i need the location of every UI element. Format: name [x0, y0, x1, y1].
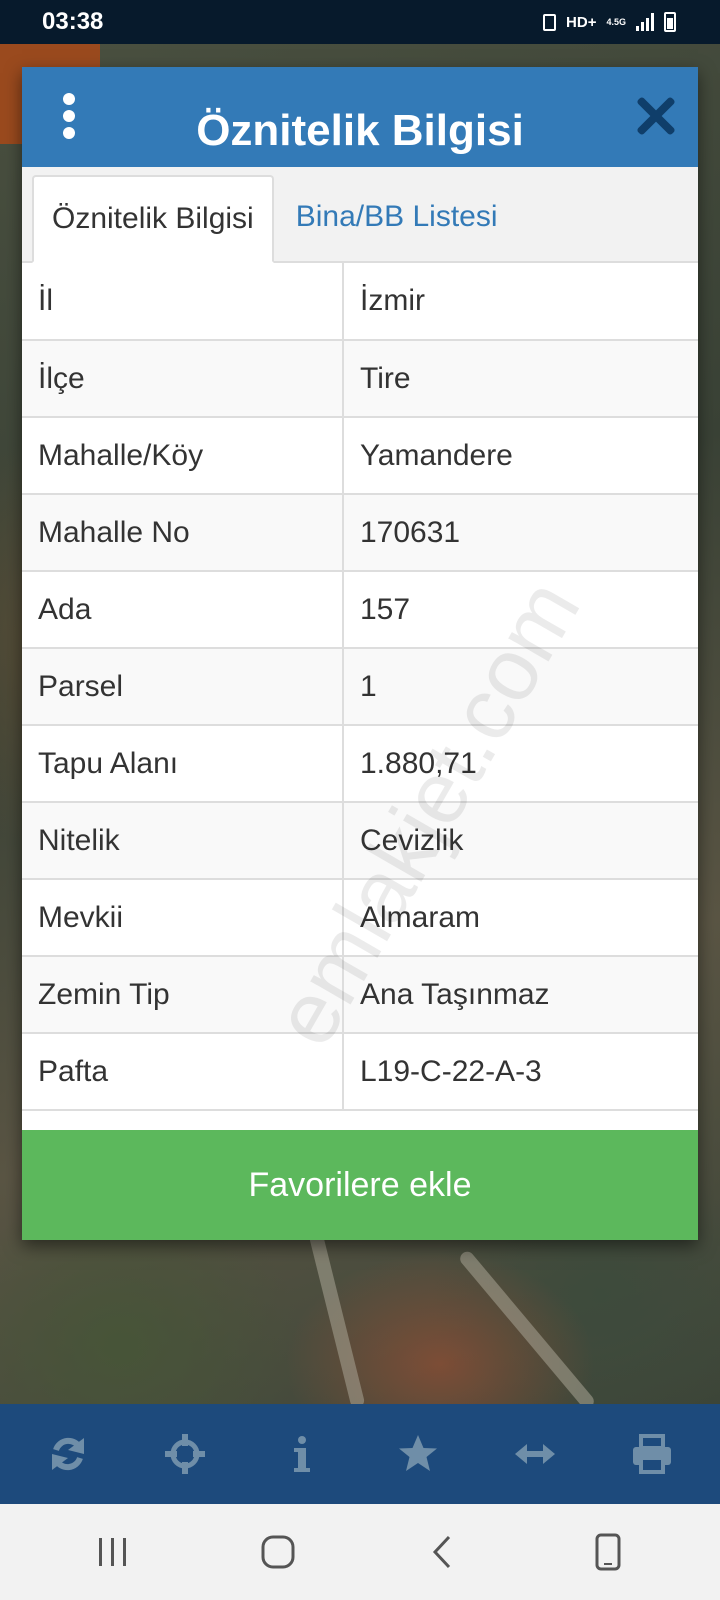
table-row: Tapu Alanı 1.880,71 [22, 724, 698, 803]
table-row: İl İzmir [22, 263, 698, 341]
refresh-icon [52, 1437, 85, 1471]
recents-button[interactable] [83, 1522, 143, 1582]
row-key: İl [22, 263, 344, 341]
row-key: Mahalle No [22, 493, 344, 572]
row-key: Tapu Alanı [22, 724, 344, 803]
measure-icon [514, 1444, 555, 1464]
row-value: Ana Taşınmaz [342, 955, 698, 1034]
map-toolbar [0, 1404, 720, 1504]
dialog-tabs: Öznitelik Bilgisi Bina/BB Listesi [22, 167, 698, 263]
row-key: İlçe [22, 339, 344, 418]
row-value: Tire [342, 339, 698, 418]
row-value: 1 [342, 647, 698, 726]
menu-dots-icon[interactable] [60, 93, 78, 139]
row-value: 1.880,71 [342, 724, 698, 803]
row-key: Ada [22, 570, 344, 649]
dialog-header: Öznitelik Bilgisi [22, 67, 698, 167]
system-navbar [0, 1504, 720, 1600]
measure-button[interactable] [505, 1424, 565, 1484]
star-icon [399, 1435, 438, 1471]
table-row: Ada 157 [22, 570, 698, 649]
close-icon[interactable] [634, 95, 676, 137]
phone-rotate-icon [595, 1533, 620, 1571]
table-row: İlçe Tire [22, 339, 698, 418]
signal-icon [636, 13, 654, 31]
row-value: Yamandere [342, 416, 698, 495]
add-to-favorites-button[interactable]: Favorilere ekle [22, 1130, 698, 1240]
table-row: Pafta L19-C-22-A-3 [22, 1032, 698, 1111]
status-bar: 03:38 HD+ 4.5G [0, 0, 720, 44]
table-row: Mahalle No 170631 [22, 493, 698, 572]
attribute-table: İl İzmir İlçe Tire Mahalle/Köy Yamandere Ma… [22, 263, 698, 1111]
battery-icon [664, 12, 676, 32]
table-row: Mevkii Almaram [22, 878, 698, 957]
row-key: Nitelik [22, 801, 344, 880]
row-key: Zemin Tip [22, 955, 344, 1034]
back-icon [432, 1535, 450, 1569]
row-value: İzmir [342, 263, 698, 341]
locate-button[interactable] [155, 1424, 215, 1484]
row-key: Pafta [22, 1032, 344, 1111]
row-value: 170631 [342, 493, 698, 572]
table-row: Nitelik Cevizlik [22, 801, 698, 880]
attribute-dialog: Öznitelik Bilgisi Öznitelik Bilgisi Bina… [22, 67, 698, 1240]
sim-icon [543, 13, 557, 31]
row-key: Parsel [22, 647, 344, 726]
recents-icon [98, 1538, 126, 1566]
network-type: 4.5G [606, 16, 626, 27]
table-row: Parsel 1 [22, 647, 698, 726]
favorites-button[interactable] [388, 1424, 448, 1484]
row-value: Almaram [342, 878, 698, 957]
rotate-button[interactable] [578, 1522, 638, 1582]
crosshair-icon [164, 1434, 205, 1474]
table-row: Mahalle/Köy Yamandere [22, 416, 698, 495]
refresh-button[interactable] [38, 1424, 98, 1484]
info-button[interactable] [272, 1424, 332, 1484]
row-value: 157 [342, 570, 698, 649]
status-icons: HD+ 4.5G [543, 12, 676, 32]
home-button[interactable] [248, 1522, 308, 1582]
home-icon [261, 1535, 294, 1569]
row-value: L19-C-22-A-3 [342, 1032, 698, 1111]
table-row: Zemin Tip Ana Taşınmaz [22, 955, 698, 1034]
network-label: HD+ [566, 13, 597, 31]
row-value: Cevizlik [342, 801, 698, 880]
back-button[interactable] [413, 1522, 473, 1582]
status-time: 03:38 [42, 8, 104, 35]
dialog-title: Öznitelik Bilgisi [196, 106, 524, 155]
print-button[interactable] [622, 1424, 682, 1484]
tab-attribute-info[interactable]: Öznitelik Bilgisi [32, 175, 274, 263]
row-key: Mevkii [22, 878, 344, 957]
row-key: Mahalle/Köy [22, 416, 344, 495]
print-icon [632, 1434, 671, 1474]
tab-building-list[interactable]: Bina/BB Listesi [274, 173, 516, 261]
info-icon [293, 1436, 310, 1472]
